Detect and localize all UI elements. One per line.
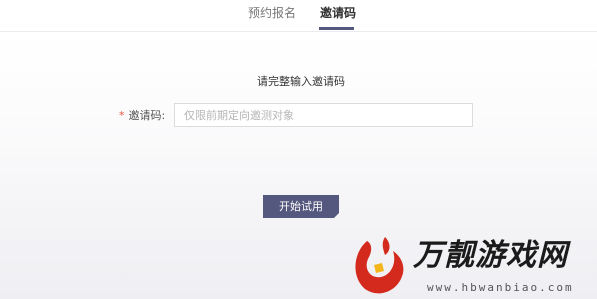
invite-code-label-text: 邀请码: [128, 109, 166, 122]
watermark-url: www.hbwanbiao.com [427, 281, 574, 294]
required-mark: * [119, 109, 125, 122]
watermark-logo-icon [355, 237, 404, 294]
invite-code-label: * 邀请码: [119, 109, 165, 122]
tab-invite-code[interactable]: 邀请码 [320, 6, 356, 20]
active-tab-indicator [319, 27, 354, 30]
watermark-title: 万靓游戏网 [413, 238, 568, 273]
form-prompt: 请完整输入邀请码 [257, 75, 345, 88]
start-trial-button[interactable]: 开始试用 [263, 195, 339, 218]
tab-bar: 预约报名 邀请码 [0, 0, 597, 32]
invite-code-input[interactable] [174, 103, 473, 127]
tab-reservation[interactable]: 预约报名 [248, 6, 296, 20]
watermark: 万靓游戏网 www.hbwanbiao.com [345, 233, 597, 299]
